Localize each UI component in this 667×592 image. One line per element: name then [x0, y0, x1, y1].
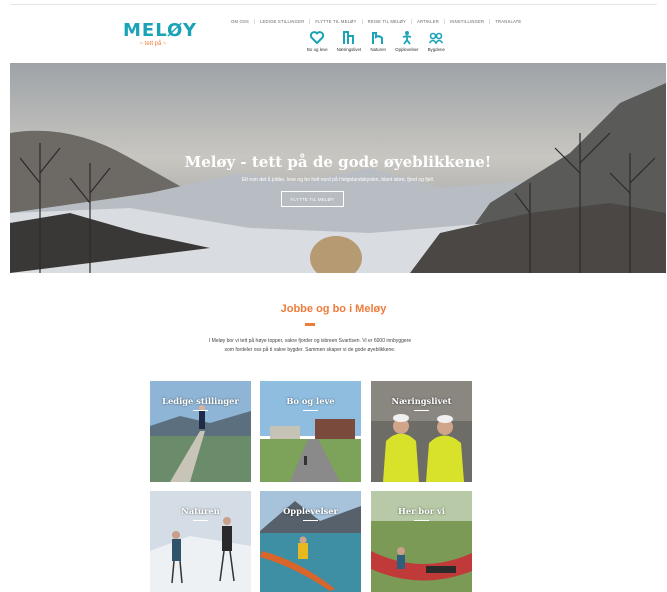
section-divider: [305, 323, 315, 326]
tile-label: Opplevelser: [283, 506, 338, 516]
tile-divider: [414, 410, 429, 411]
top-navigation: OM OSS LEDIGE STILLINGER FLYTTE TIL MELØ…: [226, 17, 526, 25]
site-logo[interactable]: MELØY ~ tett på ~: [123, 20, 198, 49]
tile-bo-og-leve[interactable]: Bo og leve: [260, 381, 361, 482]
hero-banner: Meløy - tett på de gode øyeblikkene! Ett…: [10, 63, 666, 273]
icon-nav-opplevelser[interactable]: Opplevelser: [395, 30, 419, 52]
nav-translate[interactable]: TRANSLATE: [490, 19, 526, 24]
logo-text: MELØY: [123, 20, 198, 41]
tile-naeringslivet[interactable]: Næringslivet: [371, 381, 472, 482]
nav-flytte-til-meloy[interactable]: FLYTTE TIL MELØY: [310, 18, 363, 24]
tile-ledige-stillinger[interactable]: Ledige stillinger: [150, 381, 251, 482]
section-text: I Meløy bor vi tett på høye topper, vakr…: [208, 338, 412, 353]
tile-divider: [193, 520, 208, 521]
flytte-til-meloy-button[interactable]: FLYTTE TIL MELØY: [281, 191, 344, 207]
icon-nav-label: Bo og leve: [307, 47, 328, 52]
nav-innstillinger[interactable]: INNSTILLINGER: [445, 18, 491, 24]
icon-nav-label: Næringslivet: [336, 47, 362, 52]
icon-navigation: Bo og leve Næringslivet Naturen Opplevel…: [307, 30, 454, 52]
nav-om-oss[interactable]: OM OSS: [226, 18, 255, 24]
icon-nav-label: Naturen: [370, 47, 386, 52]
building-icon: [342, 31, 354, 44]
tile-label: Her bor vi: [398, 506, 445, 516]
heart-icon: [310, 31, 325, 44]
tile-divider: [414, 520, 429, 521]
nav-ledige-stillinger[interactable]: LEDIGE STILLINGER: [255, 18, 311, 24]
icon-nav-naturen[interactable]: Naturen: [370, 30, 386, 52]
tile-divider: [193, 410, 208, 411]
tile-her-bor-vi[interactable]: Her bor vi: [371, 491, 472, 592]
tile-label: Naturen: [181, 506, 220, 516]
icon-nav-bo-og-leve[interactable]: Bo og leve: [307, 30, 328, 52]
nav-artikler[interactable]: ARTIKLER: [412, 18, 445, 24]
tile-divider: [303, 410, 318, 411]
hero-subtitle: Ett rom det å jobbe, leve og bo helt nor…: [241, 177, 435, 183]
icon-nav-bygdene[interactable]: Bygdene: [428, 30, 445, 52]
nav-reise-til-meloy[interactable]: REISE TIL MELØY: [363, 18, 412, 24]
tile-label: Ledige stillinger: [162, 396, 239, 406]
tile-opplevelser[interactable]: Opplevelser: [260, 491, 361, 592]
hero-title: Meløy - tett på de gode øyeblikkene!: [184, 153, 492, 171]
person-icon: [402, 31, 412, 45]
tile-label: Bo og leve: [286, 396, 335, 406]
tile-naturen[interactable]: Naturen: [150, 491, 251, 592]
icon-nav-naeringslivet[interactable]: Næringslivet: [337, 30, 361, 52]
tile-label: Næringslivet: [391, 396, 452, 406]
top-divider: [10, 4, 657, 5]
logo-tagline: ~ tett på ~: [139, 41, 167, 47]
mountain-icon: [372, 32, 384, 44]
people-icon: [429, 32, 444, 45]
tile-divider: [303, 520, 318, 521]
icon-nav-label: Bygdene: [427, 47, 445, 52]
section-title: Jobbe og bo i Meløy: [280, 303, 387, 315]
icon-nav-label: Opplevelser: [395, 47, 419, 52]
